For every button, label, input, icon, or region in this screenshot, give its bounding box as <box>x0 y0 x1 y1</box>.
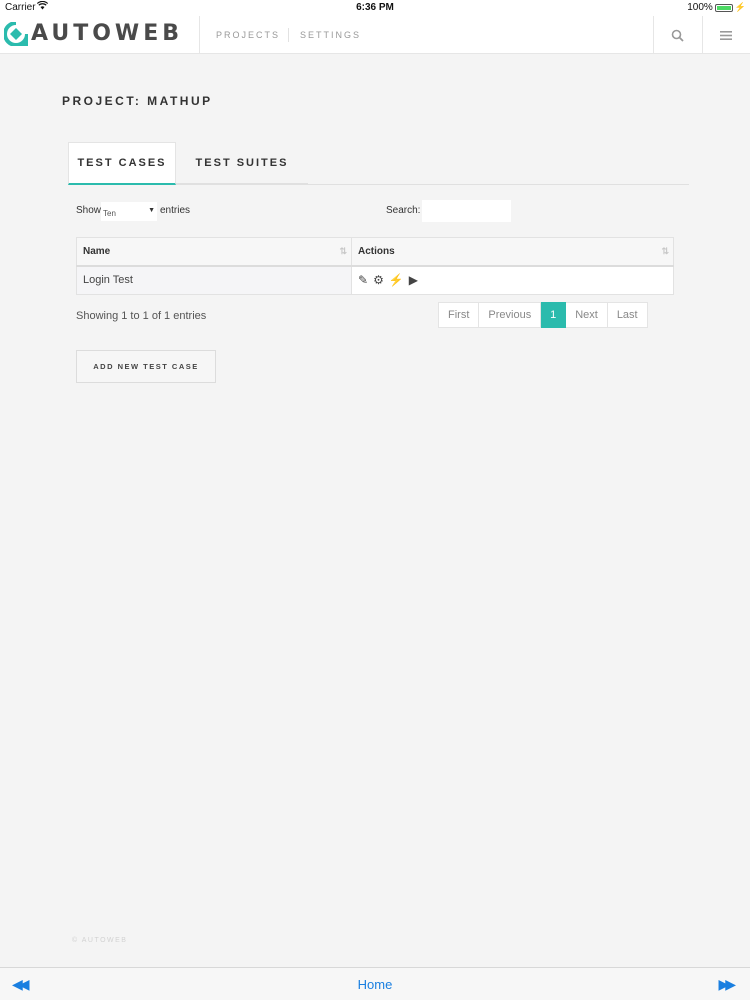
search-button[interactable] <box>653 16 701 54</box>
table-header-row: Name ⇅ Actions ⇅ <box>76 237 674 267</box>
logo-icon <box>4 21 28 46</box>
search-icon <box>671 29 684 42</box>
search-label: Search: <box>386 205 421 216</box>
actions-cell: ✎ ⚙ ⚡ ▶ <box>351 265 674 295</box>
show-label: Show <box>76 205 102 216</box>
caret-down-icon: ▼ <box>148 207 155 214</box>
page-size-select[interactable]: Ten ▼ <box>101 202 157 221</box>
bottom-toolbar: ◀◀ Home ▶▶ <box>0 967 750 1000</box>
column-header-label: Name <box>83 245 111 257</box>
test-cases-table: Name ⇅ Actions ⇅ Login Test ✎ ⚙ ⚡ ▶ <box>76 237 674 295</box>
sort-icon[interactable]: ⇅ <box>661 246 668 257</box>
run-icon[interactable]: ⚡ <box>389 273 404 287</box>
menu-button[interactable] <box>702 16 750 54</box>
tab-test-cases[interactable]: TEST CASES <box>68 142 176 185</box>
footer-copyright: © AUTOWEB <box>72 937 128 944</box>
settings-icon[interactable]: ⚙ <box>373 273 384 287</box>
table-row: Login Test ✎ ⚙ ⚡ ▶ <box>76 265 674 295</box>
column-header-name[interactable]: Name ⇅ <box>76 237 352 267</box>
page-previous-button[interactable]: Previous <box>479 302 542 328</box>
charging-icon: ⚡ <box>734 2 746 12</box>
play-icon[interactable]: ▶ <box>409 273 418 287</box>
fast-forward-icon[interactable]: ▶▶ <box>718 976 735 993</box>
page-title: PROJECT: MATHUP <box>62 94 213 108</box>
battery-indicator: 100% ⚡ <box>687 2 746 13</box>
home-button[interactable]: Home <box>0 977 750 992</box>
column-header-actions[interactable]: Actions ⇅ <box>351 237 674 267</box>
logo-text: AUTOWEB <box>31 21 183 46</box>
tab-test-suites[interactable]: TEST SUITES <box>176 142 308 185</box>
table-summary: Showing 1 to 1 of 1 entries <box>76 310 207 322</box>
top-nav: AUTOWEB PROJECTS SETTINGS <box>0 16 750 54</box>
search-input[interactable] <box>422 200 511 222</box>
battery-icon <box>714 3 733 12</box>
clock: 6:36 PM <box>356 2 394 13</box>
page-1-button[interactable]: 1 <box>541 302 567 328</box>
nav-projects-link[interactable]: PROJECTS <box>216 30 280 40</box>
nav-separator <box>288 28 289 42</box>
menu-icon <box>720 30 732 40</box>
nav-divider <box>199 16 200 54</box>
test-case-name[interactable]: Login Test <box>76 265 352 295</box>
entries-label: entries <box>160 205 191 216</box>
sort-icon[interactable]: ⇅ <box>339 246 346 257</box>
column-header-label: Actions <box>358 245 395 257</box>
page-first-button[interactable]: First <box>438 302 480 328</box>
battery-percent: 100% <box>687 2 713 13</box>
page-next-button[interactable]: Next <box>566 302 608 328</box>
page-size-value: Ten <box>103 209 116 218</box>
nav-settings-link[interactable]: SETTINGS <box>300 30 361 40</box>
page-last-button[interactable]: Last <box>607 302 648 328</box>
add-test-case-button[interactable]: ADD NEW TEST CASE <box>76 350 216 383</box>
pagination: First Previous 1 Next Last <box>438 302 648 328</box>
tab-bar: TEST CASES TEST SUITES <box>68 142 689 185</box>
logo[interactable]: AUTOWEB <box>4 21 183 46</box>
edit-icon[interactable]: ✎ <box>358 273 368 287</box>
status-bar: Carrier 6:36 PM 100% ⚡ <box>0 0 750 16</box>
